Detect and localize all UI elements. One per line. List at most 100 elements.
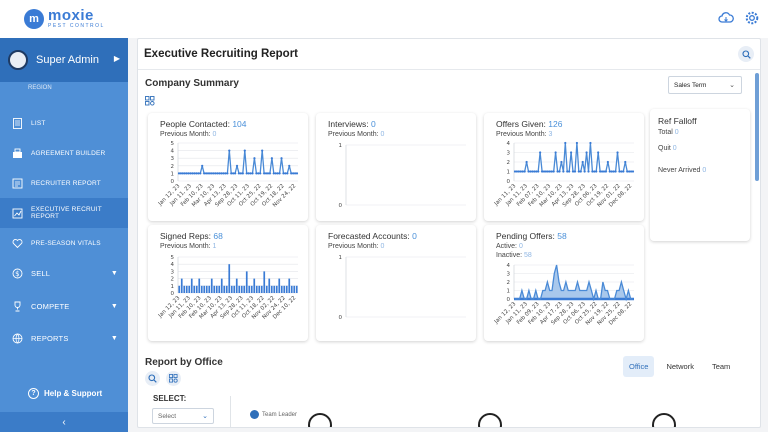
data-point xyxy=(276,172,279,175)
chevron-down-icon: ⌄ xyxy=(729,82,735,89)
org-node-avatar[interactable] xyxy=(652,413,676,427)
sidebar-item-recruiter-report[interactable]: RECRUITER REPORT xyxy=(0,168,128,198)
data-point xyxy=(232,172,235,175)
builder-icon xyxy=(12,148,23,159)
user-name: Super Admin xyxy=(36,54,99,66)
cloud-sync-icon[interactable] xyxy=(718,10,734,26)
data-point xyxy=(591,170,594,173)
bar xyxy=(200,285,203,293)
divider xyxy=(138,69,760,70)
data-point xyxy=(253,157,256,160)
bar xyxy=(198,278,201,293)
data-point xyxy=(199,172,202,175)
sidebar-item-list[interactable]: LIST xyxy=(0,108,128,138)
data-point xyxy=(521,170,524,173)
brand-name: moxie xyxy=(48,7,94,24)
falloff-quit-value: 0 xyxy=(672,145,677,152)
search-button[interactable] xyxy=(145,371,160,386)
tab-network[interactable]: Network xyxy=(660,356,700,377)
data-point xyxy=(195,172,198,175)
report-icon xyxy=(12,178,23,189)
data-point xyxy=(259,172,262,175)
data-point xyxy=(218,172,221,175)
data-point xyxy=(577,170,580,173)
signed-reps-card: Signed Reps: 68 Previous Month: 1 012345… xyxy=(148,225,308,341)
office-select-value: Select xyxy=(158,412,177,420)
series-line xyxy=(179,150,297,175)
y-tick-label: 2 xyxy=(171,277,175,283)
office-select[interactable]: Select ⌄ xyxy=(152,408,214,424)
data-point xyxy=(631,170,635,173)
data-point xyxy=(214,172,217,175)
page-title: Executive Recruiting Report xyxy=(144,48,299,60)
brand-tagline: PEST CONTROL xyxy=(48,23,105,29)
bar xyxy=(193,285,196,293)
bar xyxy=(293,285,296,293)
bar xyxy=(280,285,283,293)
interviews-card: Interviews: 0 Previous Month: 0 01 xyxy=(316,113,476,221)
data-point xyxy=(602,170,606,173)
tab-team[interactable]: Team xyxy=(706,356,736,377)
data-point xyxy=(292,172,295,175)
data-point xyxy=(230,172,233,175)
data-point xyxy=(243,149,246,152)
card-label: Ref Falloff xyxy=(658,116,697,126)
help-icon: ? xyxy=(28,388,39,399)
data-point xyxy=(197,172,200,175)
data-point xyxy=(568,170,571,173)
bar xyxy=(225,285,228,293)
bar xyxy=(188,285,191,293)
series-line xyxy=(515,142,633,173)
signed-reps-chart: 012345Jan 12, 23Jan 11, 23Feb 10, 23Feb … xyxy=(157,255,298,321)
data-point xyxy=(235,164,239,167)
data-point xyxy=(624,160,627,164)
data-point xyxy=(233,172,237,175)
falloff-total-value: 0 xyxy=(674,129,679,136)
sidebar-item-label: COMPETE xyxy=(31,301,70,311)
sidebar-item-agreement-builder[interactable]: AGREEMENT BUILDER xyxy=(0,138,128,168)
org-node-avatar[interactable] xyxy=(478,413,502,427)
data-point xyxy=(220,172,223,175)
sidebar-item-pre-season-vitals[interactable]: PRE-SEASON VITALS xyxy=(0,228,128,258)
data-point xyxy=(278,172,281,175)
y-tick-label: 1 xyxy=(171,284,175,290)
settings-grid-button[interactable] xyxy=(166,371,181,386)
settings-grid-icon[interactable] xyxy=(145,93,155,106)
data-point xyxy=(554,151,557,154)
sidebar-item-sell[interactable]: $ SELL ▼ xyxy=(0,258,128,288)
data-point xyxy=(540,170,544,173)
data-point xyxy=(257,172,260,175)
data-point xyxy=(562,170,565,173)
brand-logo[interactable]: m moxie PEST CONTROL xyxy=(24,8,105,29)
data-point xyxy=(618,170,621,173)
sidebar-item-executive-recruit-report[interactable]: EXECUTIVE RECRUIT REPORT xyxy=(0,198,128,228)
tab-office[interactable]: Office xyxy=(623,356,655,377)
search-button[interactable] xyxy=(738,46,754,62)
data-point xyxy=(531,170,534,173)
sidebar-item-compete[interactable]: COMPETE ▼ xyxy=(0,291,128,321)
sidebar-item-label: EXECUTIVE RECRUIT REPORT xyxy=(31,206,102,220)
sidebar-item-region[interactable]: REGION xyxy=(28,85,52,91)
data-point xyxy=(581,160,584,164)
term-select[interactable]: Sales Term ⌄ xyxy=(668,76,742,94)
sidebar: Super Admin ▶ REGION LIST AGREEMENT BUIL… xyxy=(0,38,128,432)
bar xyxy=(243,285,246,293)
data-point xyxy=(189,172,192,175)
help-support-link[interactable]: ? Help & Support xyxy=(28,388,102,399)
bar xyxy=(260,285,263,293)
org-node-avatar[interactable] xyxy=(308,413,332,427)
gear-icon[interactable] xyxy=(744,10,760,26)
data-point xyxy=(626,170,629,173)
scrollbar[interactable] xyxy=(755,73,759,181)
data-point xyxy=(251,172,254,175)
y-tick-label: 0 xyxy=(507,297,511,303)
sidebar-item-reports[interactable]: REPORTS ▼ xyxy=(0,323,128,353)
data-point xyxy=(629,170,633,173)
data-point xyxy=(272,172,275,175)
bar xyxy=(195,285,198,293)
user-menu[interactable]: Super Admin ▶ xyxy=(0,38,128,82)
bar xyxy=(230,285,233,293)
bar xyxy=(183,285,186,293)
collapse-sidebar-button[interactable]: ‹ xyxy=(0,412,128,432)
data-point xyxy=(201,164,204,167)
